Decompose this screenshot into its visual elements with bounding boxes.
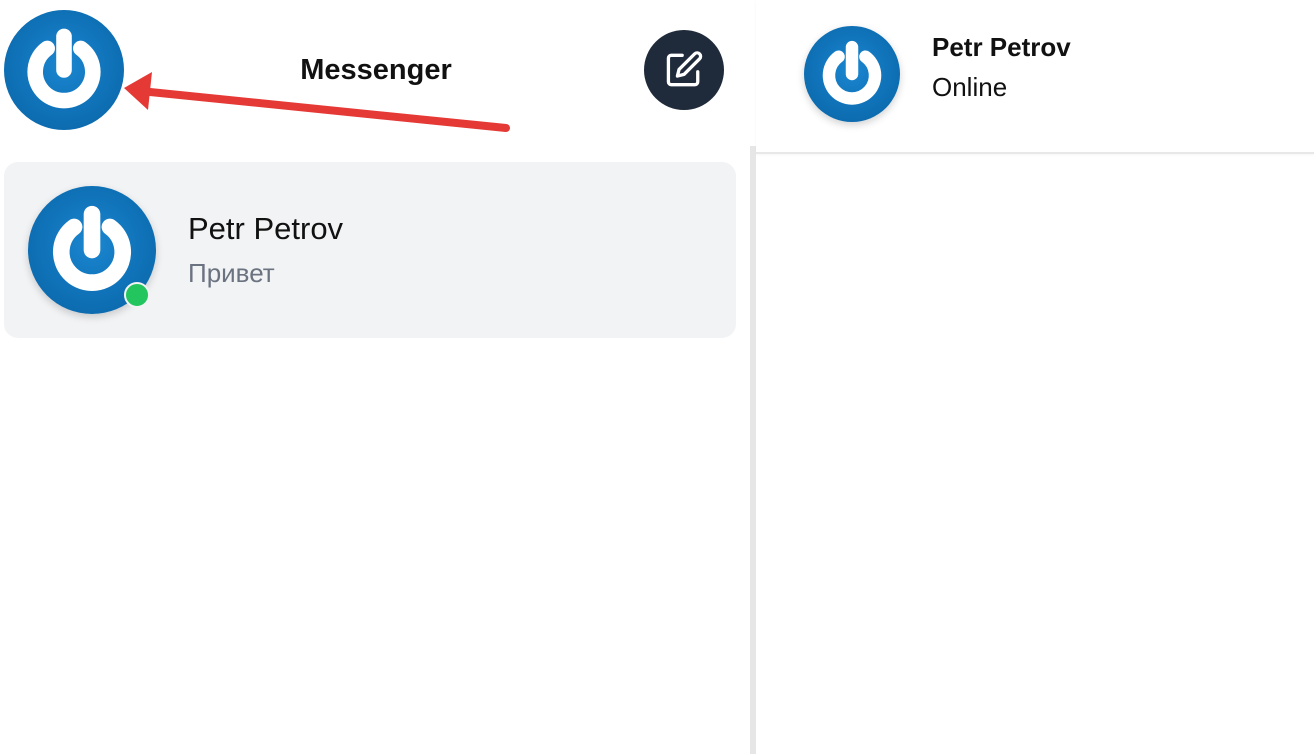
conversation-contact-name: Petr Petrov: [188, 211, 344, 246]
chat-contact-avatar[interactable]: [804, 26, 900, 122]
edit-square-icon: [666, 51, 703, 87]
power-logo-icon: [822, 40, 882, 105]
chat-pane: Petr Petrov Online: [756, 0, 1314, 754]
conversation-list-pane: Messenger Petr Petrov Привет: [0, 0, 756, 754]
profile-avatar[interactable]: [4, 10, 124, 130]
message-area: [756, 156, 1314, 754]
last-message-preview: Привет: [188, 258, 275, 288]
left-header: Messenger: [0, 0, 752, 150]
conversation-item[interactable]: Petr Petrov Привет: [4, 162, 736, 338]
power-logo-icon: [27, 28, 101, 109]
online-status-dot: [124, 282, 150, 308]
chat-contact-status: Online: [932, 72, 1008, 102]
chat-contact-name: Petr Petrov: [932, 32, 1071, 62]
new-message-button[interactable]: [644, 30, 724, 110]
messenger-app: Messenger Petr Petrov Привет Petr Petrov…: [0, 0, 1314, 754]
chat-header: Petr Petrov Online: [756, 0, 1314, 154]
app-title: Messenger: [300, 54, 452, 86]
